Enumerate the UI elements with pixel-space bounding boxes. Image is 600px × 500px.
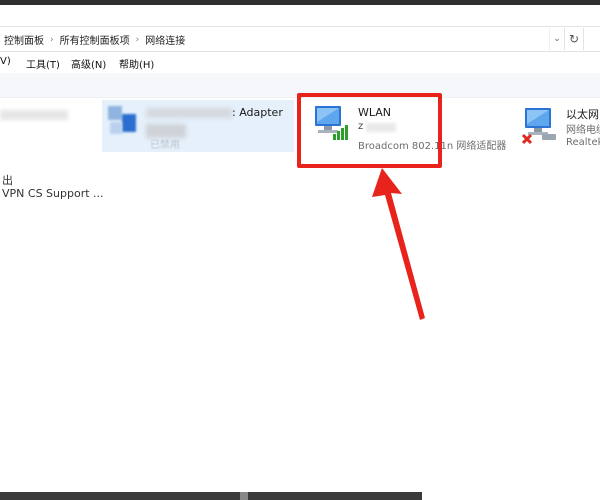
annotation-arrow bbox=[372, 168, 425, 320]
taskbar-strip bbox=[0, 492, 422, 500]
chevron-right-icon[interactable]: › bbox=[50, 35, 54, 45]
taskbar-divider bbox=[240, 492, 248, 500]
menu-view[interactable]: V) bbox=[0, 56, 11, 67]
annotation-highlight-box bbox=[297, 93, 442, 168]
ethernet-name: 以太网 bbox=[566, 108, 599, 121]
chevron-right-icon[interactable]: › bbox=[136, 35, 140, 45]
menu-help[interactable]: 帮助(H) bbox=[119, 56, 154, 71]
adapter-item-selected[interactable]: : Adapter 已禁用 bbox=[102, 100, 294, 152]
blurred-adapter-name bbox=[0, 110, 68, 120]
adapter-status-fragment: 已禁用 bbox=[150, 140, 180, 151]
window-top-edge bbox=[0, 0, 600, 5]
adapter-name-fragment: : Adapter bbox=[232, 106, 283, 119]
refresh-icon[interactable]: ↻ bbox=[564, 28, 583, 50]
menu-tools[interactable]: 工具(T) bbox=[26, 56, 60, 71]
ethernet-description: Realtek bbox=[566, 137, 600, 148]
adapter-icon-part bbox=[110, 122, 122, 134]
adapter-icon bbox=[108, 106, 122, 120]
window-top-strip bbox=[0, 0, 600, 24]
ethernet-status: 网络电缆 bbox=[566, 125, 600, 136]
adapter-label-fragment: 出 bbox=[2, 174, 13, 187]
menu-bar: V) 工具(T) 高级(N) 帮助(H) bbox=[0, 55, 600, 71]
breadcrumb: 控制面板 › 所有控制面板项 › 网络连接 bbox=[4, 32, 185, 48]
breadcrumb-item-all-control-panel-items[interactable]: 所有控制面板项 bbox=[60, 32, 130, 47]
blurred-adapter-name bbox=[146, 108, 232, 118]
ethernet-adapter-icon bbox=[521, 108, 556, 145]
chevron-down-icon[interactable]: ⌄ bbox=[549, 28, 564, 50]
breadcrumb-item-control-panel[interactable]: 控制面板 bbox=[4, 32, 44, 47]
adapter-icon-part bbox=[122, 114, 136, 132]
breadcrumb-item-network-connections[interactable]: 网络连接 bbox=[145, 32, 185, 47]
adapter-description: VPN CS Support ... bbox=[2, 187, 104, 200]
menu-advanced[interactable]: 高级(N) bbox=[71, 56, 106, 71]
address-bar[interactable]: 控制面板 › 所有控制面板项 › 网络连接 ⌄ ↻ bbox=[0, 26, 600, 52]
search-box[interactable] bbox=[583, 28, 600, 50]
